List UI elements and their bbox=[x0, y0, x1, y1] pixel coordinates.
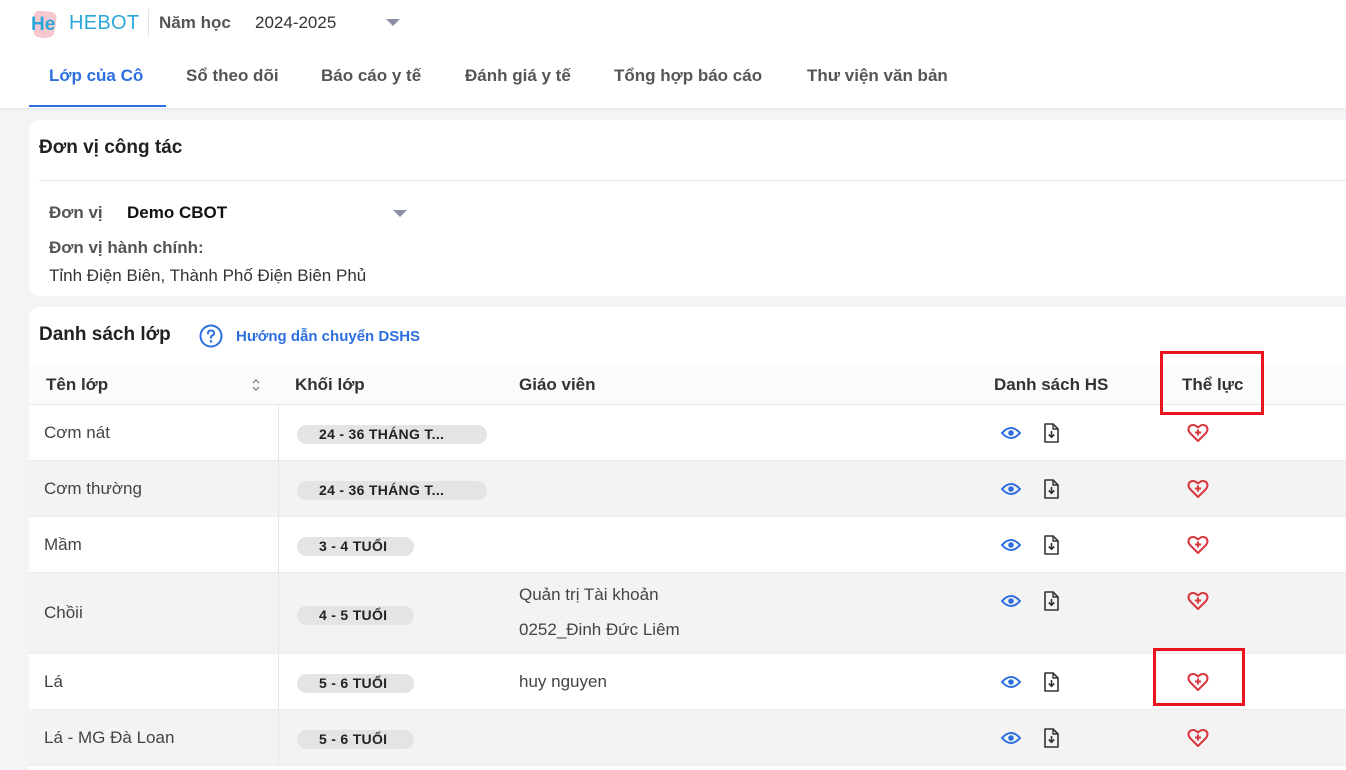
column-header-grade: Khối lớp bbox=[295, 375, 365, 394]
teacher-name: Quản trị Tài khoản bbox=[519, 585, 659, 604]
tab-so-theo-doi[interactable]: Sổ theo dõi bbox=[186, 66, 279, 86]
table-row: Lá - MG Đà Loan 5 - 6 TUỔI bbox=[29, 710, 1346, 766]
download-file-icon[interactable] bbox=[1043, 672, 1059, 692]
table-row: Mầm 3 - 4 TUỔI bbox=[29, 517, 1346, 573]
eye-icon[interactable] bbox=[1001, 594, 1021, 608]
work-unit-title: Đơn vị công tác bbox=[39, 137, 183, 158]
top-header: He HEBOT Năm học 2024-2025 Lớp của Cô Sổ… bbox=[0, 0, 1346, 108]
grade-badge: 24 - 36 THÁNG T... bbox=[297, 481, 487, 500]
grade-badge: 4 - 5 TUỔI bbox=[297, 606, 414, 625]
svg-text:He: He bbox=[31, 14, 55, 35]
sort-icon[interactable] bbox=[251, 377, 261, 393]
column-header-class-name[interactable]: Tên lớp bbox=[46, 375, 108, 395]
table-row: Chồii 4 - 5 TUỔI Quản trị Tài khoản 0252… bbox=[29, 573, 1346, 654]
admin-unit-label: Đơn vị hành chính: bbox=[49, 238, 204, 257]
column-header-teacher: Giáo viên bbox=[519, 375, 596, 394]
eye-icon[interactable] bbox=[1001, 675, 1021, 689]
teacher-name: huy nguyen bbox=[519, 672, 607, 691]
tab-thu-vien-van-ban[interactable]: Thư viện văn bản bbox=[807, 66, 948, 86]
table-row: Cơm nát 24 - 36 THÁNG T... bbox=[29, 405, 1346, 461]
grade-badge: 5 - 6 TUỔI bbox=[297, 730, 414, 749]
hebot-logo[interactable]: He bbox=[30, 8, 60, 40]
class-name[interactable]: Chồii bbox=[44, 603, 83, 623]
download-file-icon[interactable] bbox=[1043, 479, 1059, 499]
heart-pulse-icon[interactable] bbox=[1187, 423, 1209, 443]
class-name[interactable]: Cơm nát bbox=[44, 423, 110, 443]
download-file-icon[interactable] bbox=[1043, 423, 1059, 443]
help-icon[interactable] bbox=[199, 324, 223, 348]
work-unit-card: Đơn vị công tác Đơn vị Demo CBOT Đơn vị … bbox=[29, 120, 1346, 296]
download-file-icon[interactable] bbox=[1043, 535, 1059, 555]
eye-icon[interactable] bbox=[1001, 538, 1021, 552]
column-header-student-list: Danh sách HS bbox=[994, 375, 1109, 394]
heart-pulse-icon[interactable] bbox=[1187, 535, 1209, 555]
unit-select[interactable]: Demo CBOT bbox=[127, 203, 227, 223]
class-name[interactable]: Cơm thường bbox=[44, 479, 142, 499]
eye-icon[interactable] bbox=[1001, 731, 1021, 745]
grade-badge: 5 - 6 TUỔI bbox=[297, 674, 414, 693]
heart-pulse-icon[interactable] bbox=[1187, 728, 1209, 748]
tab-tong-hop-bao-cao[interactable]: Tổng hợp báo cáo bbox=[614, 66, 762, 86]
highlight-box-fitness-icon bbox=[1153, 648, 1245, 706]
eye-icon[interactable] bbox=[1001, 426, 1021, 440]
class-list-title: Danh sách lớp bbox=[39, 324, 171, 345]
transfer-guide-link[interactable]: Hướng dẫn chuyển DSHS bbox=[236, 328, 420, 345]
class-list-card: Danh sách lớp Hướng dẫn chuyển DSHS Tên … bbox=[29, 307, 1346, 770]
grade-badge: 3 - 4 TUỔI bbox=[297, 537, 414, 556]
tab-danh-gia-y-te[interactable]: Đánh giá y tế bbox=[465, 66, 571, 86]
highlight-box-fitness-header bbox=[1160, 351, 1264, 415]
name-cell bbox=[29, 654, 279, 709]
heart-pulse-icon[interactable] bbox=[1187, 479, 1209, 499]
admin-unit-value: Tỉnh Điện Biên, Thành Phố Điện Biên Phủ bbox=[49, 266, 367, 285]
unit-label: Đơn vị bbox=[49, 203, 103, 222]
divider bbox=[39, 180, 1346, 181]
download-file-icon[interactable] bbox=[1043, 728, 1059, 748]
header-divider bbox=[148, 9, 149, 37]
download-file-icon[interactable] bbox=[1043, 591, 1059, 611]
heart-pulse-icon[interactable] bbox=[1187, 591, 1209, 611]
school-year-label: Năm học bbox=[159, 13, 231, 32]
chevron-down-icon[interactable] bbox=[393, 210, 407, 217]
tab-lop-cua-co[interactable]: Lớp của Cô bbox=[49, 66, 143, 86]
tab-bao-cao-y-te[interactable]: Báo cáo y tế bbox=[321, 66, 421, 86]
active-tab-indicator bbox=[29, 105, 166, 107]
table-header: Tên lớp Khối lớp Giáo viên Danh sách HS … bbox=[29, 365, 1346, 405]
class-name[interactable]: Lá bbox=[44, 672, 63, 692]
class-name[interactable]: Mầm bbox=[44, 535, 82, 555]
grade-badge: 24 - 36 THÁNG T... bbox=[297, 425, 487, 444]
teacher-name: 0252_Đinh Đức Liêm bbox=[519, 620, 680, 639]
table-row: Cơm thường 24 - 36 THÁNG T... bbox=[29, 461, 1346, 517]
class-name[interactable]: Lá - MG Đà Loan bbox=[44, 728, 174, 748]
eye-icon[interactable] bbox=[1001, 482, 1021, 496]
table-row: Lá 5 - 6 TUỔI huy nguyen bbox=[29, 654, 1346, 710]
school-year-select[interactable]: 2024-2025 bbox=[255, 13, 336, 33]
logo-text[interactable]: HEBOT bbox=[69, 12, 139, 35]
chevron-down-icon[interactable] bbox=[386, 19, 400, 26]
